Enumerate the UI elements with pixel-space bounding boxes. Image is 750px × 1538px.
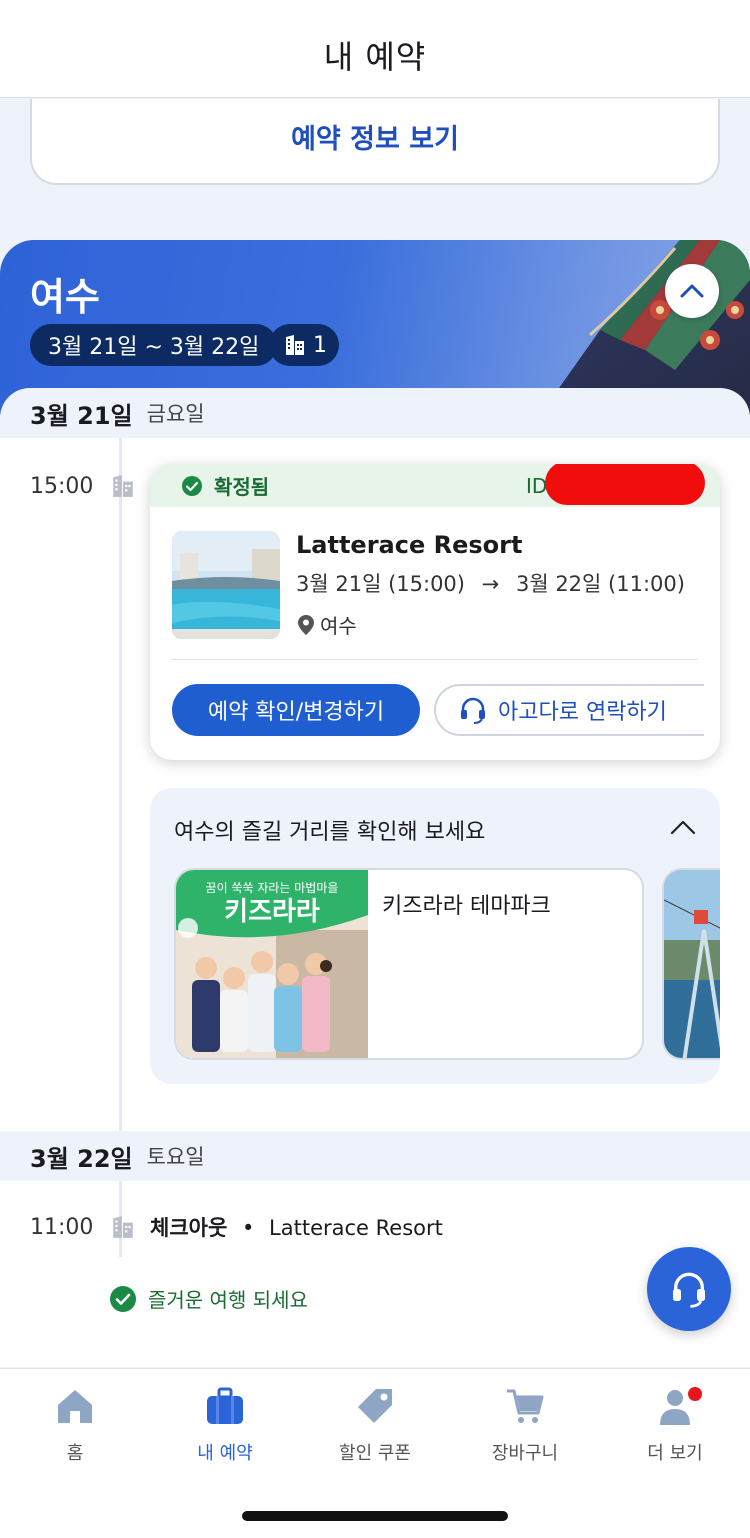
check-circle-icon xyxy=(182,475,202,496)
check-circle-icon xyxy=(110,1285,136,1312)
tab-label: 내 예약 xyxy=(197,1443,253,1464)
trip-city: 여수 xyxy=(30,275,100,319)
attraction-image-caption: 꿈이 쑥쑥 자라는 마법마을 xyxy=(206,881,339,895)
map-pin-icon xyxy=(298,614,314,635)
redacted-reservation-id xyxy=(545,464,705,505)
tab-my-reservations[interactable]: 내 예약 xyxy=(150,1385,300,1465)
tab-cart[interactable]: 장바구니 xyxy=(450,1385,600,1465)
tab-label: 홈 xyxy=(66,1443,84,1464)
chevron-up-icon[interactable] xyxy=(670,818,696,838)
building-icon xyxy=(286,335,304,355)
checkout-label: 체크아웃 xyxy=(150,1216,228,1240)
checkout-item: 체크아웃 • Latterace Resort xyxy=(150,1212,443,1242)
tab-label: 장바구니 xyxy=(491,1443,559,1464)
checkout-date: 3월 22일 (11:00) xyxy=(515,572,685,596)
day-date: 3월 21일 xyxy=(30,401,133,430)
attraction-name: 키즈라라 테마파크 xyxy=(382,894,551,919)
suitcase-icon xyxy=(207,1387,243,1424)
home-icon xyxy=(58,1390,92,1423)
checkout-time: 11:00 xyxy=(30,1215,94,1240)
things-to-do-title: 여수의 즐길 거리를 확인해 보세요 xyxy=(174,820,486,845)
tab-label: 할인 쿠폰 xyxy=(339,1443,411,1464)
separator-dot: • xyxy=(241,1216,255,1240)
tab-label: 더 보기 xyxy=(647,1443,703,1464)
hotel-name: Latterace Resort xyxy=(296,531,523,559)
reservation-time: 15:00 xyxy=(30,474,94,499)
reservation-status-bar: 확정됨 ID xyxy=(150,464,720,507)
contact-agoda-button[interactable]: 아고다로 연락하기 xyxy=(434,684,704,736)
confirm-change-reservation-button[interactable]: 예약 확인/변경하기 xyxy=(172,684,420,736)
collapse-trip-button[interactable] xyxy=(665,264,719,318)
support-fab-button[interactable] xyxy=(647,1247,731,1331)
attraction-image-logo: 키즈라라 xyxy=(224,897,320,927)
hotel-thumbnail xyxy=(172,531,280,639)
day-header-2: 3월 22일 토요일 xyxy=(0,1131,750,1181)
tab-more[interactable]: 더 보기 xyxy=(600,1385,750,1465)
hotel-location: 여수 xyxy=(298,610,357,639)
previous-reservation-card: 예약 정보 보기 xyxy=(30,99,720,185)
trip-date-range: 3월 21일 ~ 3월 22일 xyxy=(30,324,278,366)
cable-car-image xyxy=(664,870,720,1058)
reservation-card[interactable]: 확정됨 ID Latterace Resort 3월 21일 (15:00) →… xyxy=(150,464,720,760)
good-trip-message: 즐거운 여행 되세요 xyxy=(110,1284,308,1313)
tag-icon xyxy=(358,1389,392,1423)
good-trip-text: 즐거운 여행 되세요 xyxy=(148,1288,308,1312)
day-date: 3월 22일 xyxy=(30,1144,133,1173)
booking-count-badge: 1 xyxy=(269,324,339,366)
tab-discount-coupons[interactable]: 할인 쿠폰 xyxy=(300,1385,450,1465)
attraction-card[interactable]: 꿈이 쑥쑥 자라는 마법마을 키즈라라 키즈라라 테마파크 xyxy=(174,868,644,1060)
booking-count: 1 xyxy=(313,332,327,358)
contact-agoda-label: 아고다로 연락하기 xyxy=(498,700,667,725)
reservation-id-label: ID xyxy=(526,474,548,498)
stay-dates: 3월 21일 (15:00) → 3월 22일 (11:00) xyxy=(296,568,685,598)
things-to-do-section: 여수의 즐길 거리를 확인해 보세요 꿈이 쑥쑥 자라는 마법마을 키즈라라 키… xyxy=(150,788,720,1084)
app-header: 내 예약 xyxy=(0,0,750,98)
divider xyxy=(172,659,698,660)
checkin-date: 3월 21일 (15:00) xyxy=(296,572,465,596)
attraction-card-next[interactable] xyxy=(662,868,720,1060)
day-header-1: 3월 21일 금요일 xyxy=(0,388,750,438)
building-icon xyxy=(113,475,133,497)
building-icon xyxy=(113,1216,133,1238)
arrow-right-icon: → xyxy=(481,572,500,596)
headset-icon xyxy=(461,697,485,724)
page-title: 내 예약 xyxy=(323,37,427,76)
timeline-line xyxy=(119,438,122,1131)
day-weekday: 금요일 xyxy=(146,402,205,426)
trips-scroll-area[interactable]: 예약 정보 보기 여수 3월 21일 ~ 3월 22일 1 3월 21일 금요일… xyxy=(0,99,750,1367)
chevron-up-icon xyxy=(680,284,704,298)
headset-icon xyxy=(673,1272,705,1308)
tab-home[interactable]: 홈 xyxy=(0,1385,150,1465)
day-weekday: 토요일 xyxy=(146,1145,205,1169)
view-reservation-info-link[interactable]: 예약 정보 보기 xyxy=(291,117,459,156)
home-indicator xyxy=(242,1511,508,1521)
reservation-status: 확정됨 xyxy=(214,475,270,499)
checkout-hotel: Latterace Resort xyxy=(269,1216,443,1240)
notification-badge xyxy=(688,1387,702,1401)
attraction-image: 꿈이 쑥쑥 자라는 마법마을 키즈라라 xyxy=(176,870,368,1058)
day-body-2 xyxy=(0,1181,750,1367)
cart-icon xyxy=(507,1389,544,1423)
location-text: 여수 xyxy=(320,614,357,638)
